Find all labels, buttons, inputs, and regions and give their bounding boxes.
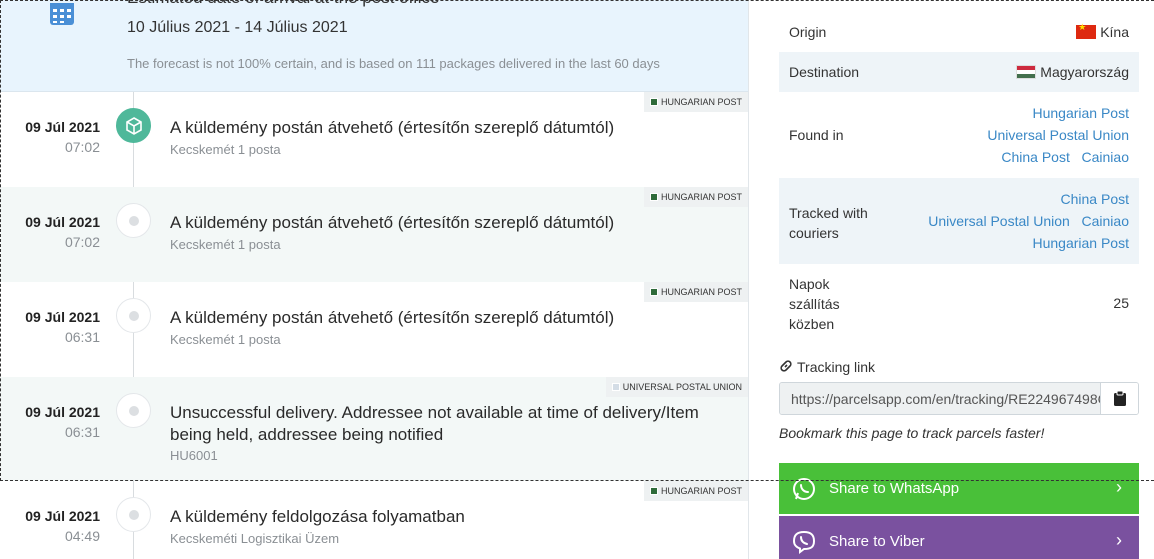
event-time: 07:02 <box>64 139 100 155</box>
share-viber-button[interactable]: Share to Viber › <box>779 516 1139 559</box>
carrier-logo-icon <box>649 288 658 296</box>
destination-label: Destination <box>789 64 860 80</box>
tracked-with-row: Tracked with couriers China Post Univers… <box>779 178 1139 264</box>
event-date: 09 Júl 2021 <box>25 119 100 135</box>
info-panel: Origin Kína Destination Magyarország Fou… <box>779 0 1139 559</box>
carrier-logo-icon <box>649 487 658 495</box>
event-time: 06:31 <box>64 329 100 345</box>
carrier-badge: UNIVERSAL POSTAL UNION <box>605 377 748 397</box>
calendar-icon <box>50 3 74 25</box>
destination-value: Magyarország <box>1016 64 1129 80</box>
tracked-link-china-post[interactable]: China Post <box>1061 191 1129 207</box>
china-flag-icon <box>1076 22 1097 39</box>
estimated-arrival-title: Estimated date of arrival at the post of… <box>127 0 439 8</box>
carrier-logo-icon <box>649 98 658 106</box>
tracking-link-field <box>779 382 1139 415</box>
origin-label: Origin <box>789 24 827 40</box>
event-location: Kecskemét 1 posta <box>170 237 281 252</box>
event-location: Kecskemét 1 posta <box>170 332 281 347</box>
event-title: A küldemény postán átvehető (értesítőn s… <box>170 308 615 327</box>
tracked-with-label: Tracked with couriers <box>789 205 868 241</box>
event-location: HU6001 <box>170 448 218 463</box>
tracking-event: 09 Júl 2021 04:49 A küldemény feldolgozá… <box>0 481 748 559</box>
forecast-note: The forecast is not 100% certain, and is… <box>127 56 660 71</box>
event-time: 07:02 <box>64 234 100 250</box>
tracking-event: 09 Júl 2021 07:02 A küldemény postán átv… <box>0 92 748 187</box>
days-in-transit-row: Napok szállítás közben 25 <box>779 264 1139 346</box>
bookmark-hint: Bookmark this page to track parcels fast… <box>779 425 1045 441</box>
carrier-logo-icon <box>611 383 620 391</box>
carrier-logo-icon <box>649 193 658 201</box>
event-time: 04:49 <box>64 528 100 544</box>
share-whatsapp-button[interactable]: Share to WhatsApp › <box>779 463 1139 514</box>
tracking-page: Estimated date of arrival at the post of… <box>0 0 1154 559</box>
origin-value: Kína <box>1076 22 1129 40</box>
carrier-badge: HUNGARIAN POST <box>643 282 748 302</box>
event-date: 09 Júl 2021 <box>25 214 100 230</box>
carrier-badge: HUNGARIAN POST <box>643 481 748 501</box>
event-location: Kecskeméti Logisztikai Üzem <box>170 531 340 546</box>
viber-icon <box>792 530 816 554</box>
selection-outline-left <box>0 0 1 481</box>
timeline-dot-icon <box>116 497 151 532</box>
event-time: 06:31 <box>64 424 100 440</box>
found-in-link-cainiao[interactable]: Cainiao <box>1082 149 1129 165</box>
found-in-carrier-links: China Post Cainiao <box>1001 149 1129 165</box>
timeline-dot-icon <box>116 393 151 428</box>
share-viber-label: Share to Viber <box>829 533 925 550</box>
found-in-label: Found in <box>789 127 844 143</box>
tracked-link-hungarian-post[interactable]: Hungarian Post <box>1032 235 1129 251</box>
estimated-arrival-box: Estimated date of arrival at the post of… <box>0 0 748 92</box>
tracking-link-input[interactable] <box>780 383 1101 414</box>
event-location: Kecskemét 1 posta <box>170 142 281 157</box>
package-icon <box>116 108 151 143</box>
hungary-flag-icon <box>1016 65 1037 79</box>
event-title: A küldemény feldolgozása folyamatban <box>170 507 465 526</box>
tracking-event: 09 Júl 2021 06:31 A küldemény postán átv… <box>0 282 748 377</box>
event-date: 09 Júl 2021 <box>25 508 100 524</box>
found-in-link-upu[interactable]: Universal Postal Union <box>987 127 1129 143</box>
carrier-badge: HUNGARIAN POST <box>643 92 748 112</box>
tracked-link-upu[interactable]: Universal Postal Union <box>928 213 1070 229</box>
origin-row: Origin Kína <box>779 12 1139 52</box>
event-title: A küldemény postán átvehető (értesítőn s… <box>170 213 615 232</box>
tracking-event: 09 Júl 2021 07:02 A küldemény postán átv… <box>0 187 748 282</box>
timeline-dot-icon <box>116 298 151 333</box>
found-in-link-china-post[interactable]: China Post <box>1001 149 1069 165</box>
destination-row: Destination Magyarország <box>779 52 1139 92</box>
event-date: 09 Júl 2021 <box>25 309 100 325</box>
event-date: 09 Júl 2021 <box>25 404 100 420</box>
selection-outline-top <box>0 0 1154 1</box>
chevron-right-icon: › <box>1116 530 1122 550</box>
selection-outline-bottom <box>0 480 1154 481</box>
tracking-event: 09 Júl 2021 06:31 Unsuccessful delivery.… <box>0 377 748 481</box>
tracking-link-label: Tracking link <box>779 359 875 375</box>
timeline-panel: Estimated date of arrival at the post of… <box>0 0 749 559</box>
info-table: Origin Kína Destination Magyarország Fou… <box>779 12 1139 346</box>
link-icon <box>780 360 792 372</box>
share-whatsapp-label: Share to WhatsApp <box>829 480 960 497</box>
event-title: Unsuccessful delivery. Addressee not ava… <box>170 403 699 444</box>
carrier-badge: HUNGARIAN POST <box>643 187 748 207</box>
found-in-link-hungarian-post[interactable]: Hungarian Post <box>1032 105 1129 121</box>
tracked-links-line: Universal Postal Union Cainiao <box>928 213 1129 229</box>
estimated-arrival-dates: 10 Július 2021 - 14 Július 2021 <box>127 19 348 36</box>
clipboard-icon <box>1113 391 1126 406</box>
tracked-link-cainiao[interactable]: Cainiao <box>1082 213 1129 229</box>
days-in-transit-value: 25 <box>1113 295 1129 311</box>
timeline-dot-icon <box>116 203 151 238</box>
days-in-transit-label: Napok szállítás közben <box>789 276 840 332</box>
found-in-row: Found in Hungarian Post Universal Postal… <box>779 92 1139 178</box>
event-title: A küldemény postán átvehető (értesítőn s… <box>170 118 615 137</box>
copy-button[interactable] <box>1100 383 1138 414</box>
